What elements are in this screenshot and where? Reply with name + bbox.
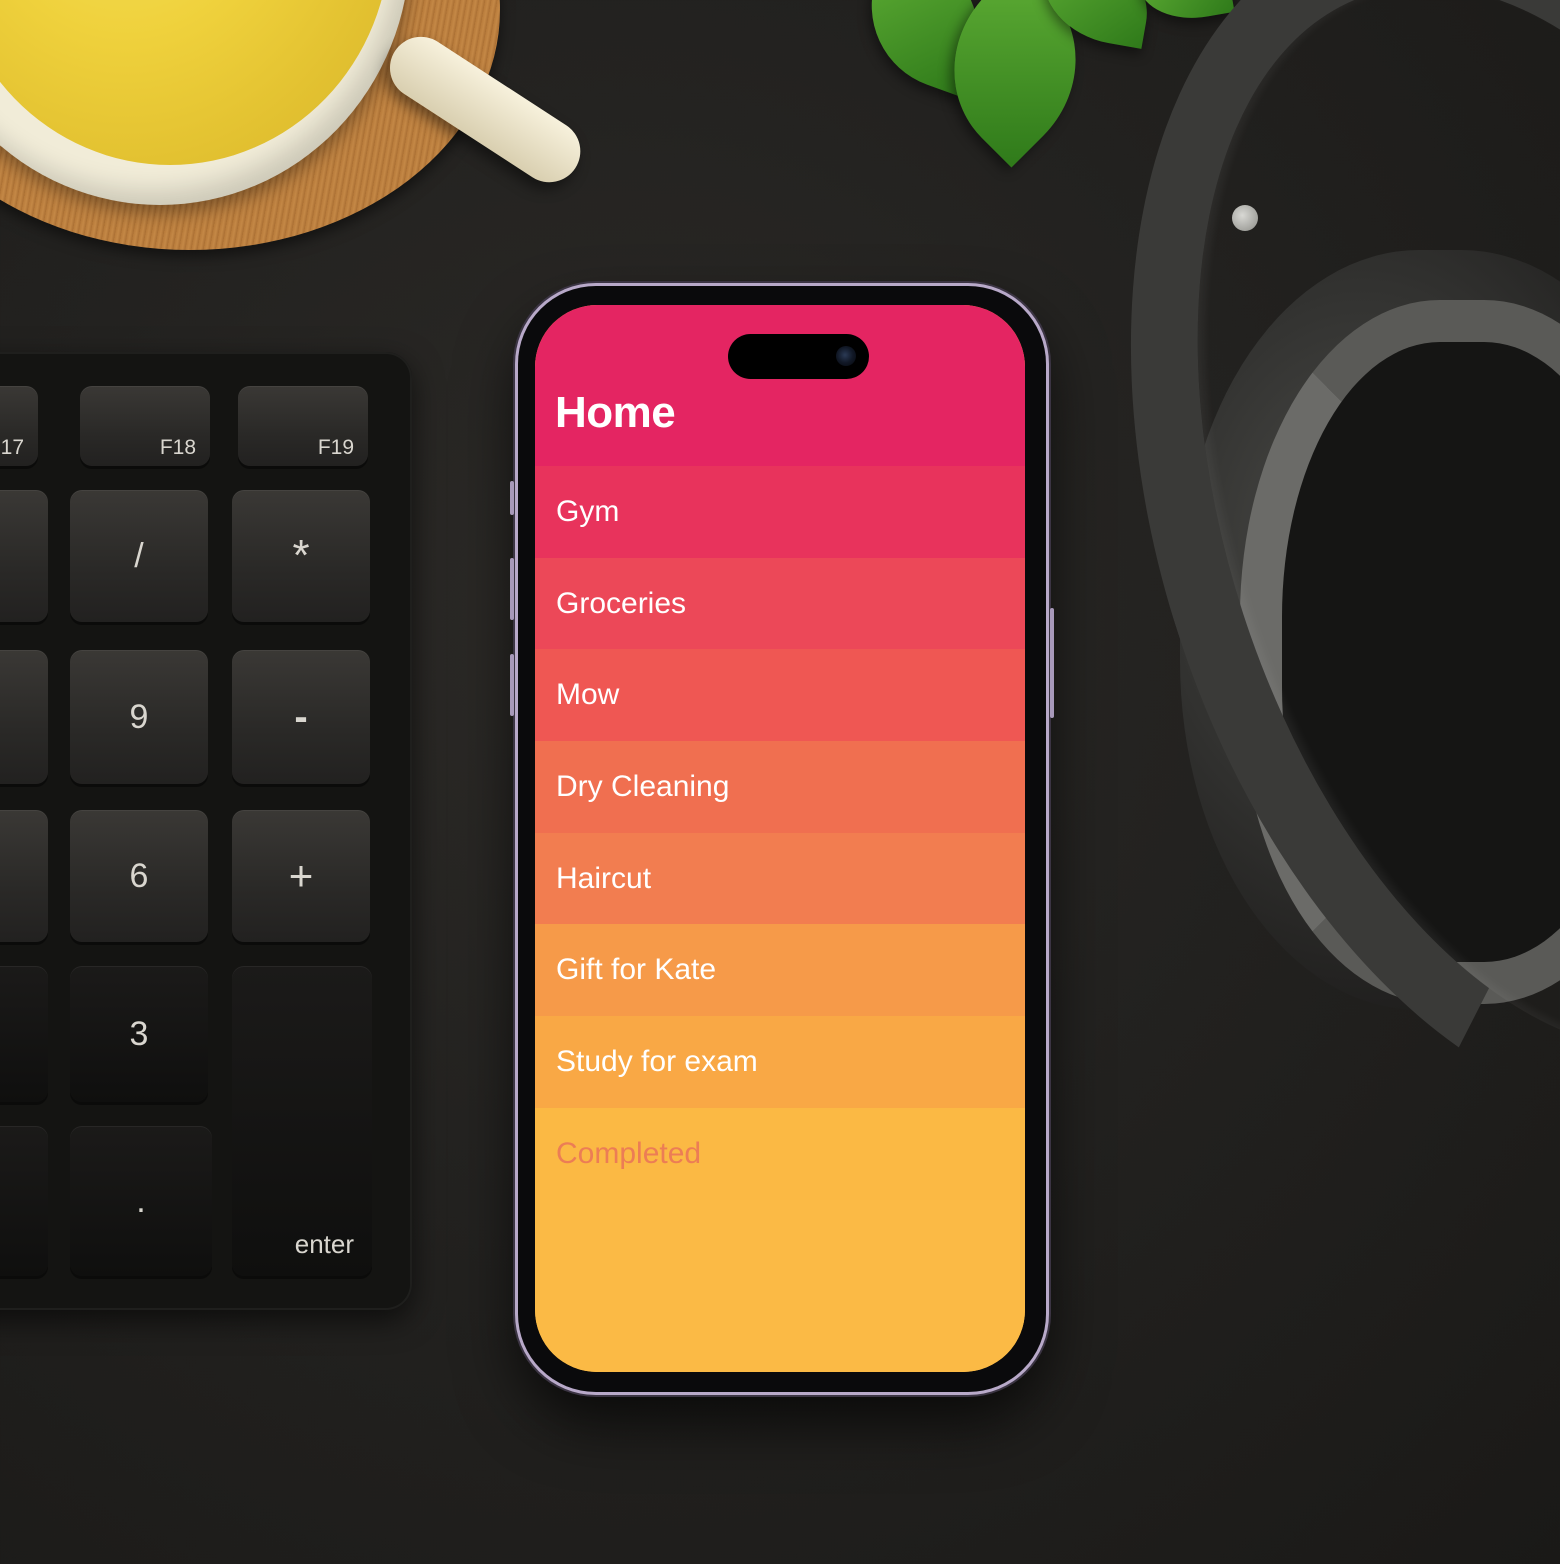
key-label: enter — [294, 1229, 354, 1259]
key-label: 6 — [129, 856, 149, 895]
key-label: F18 — [159, 436, 196, 459]
list-item-label: Gift for Kate — [556, 953, 717, 987]
key-blank — [0, 650, 48, 784]
key-plus: + — [232, 810, 370, 942]
key-9: 9 — [70, 650, 208, 784]
key-label: / — [134, 536, 144, 575]
key-blank — [0, 490, 48, 622]
key-enter: enter — [232, 966, 372, 1276]
key-label: 9 — [129, 697, 149, 736]
list-item[interactable]: Dry Cleaning — [535, 741, 1025, 833]
key-label: - — [294, 694, 308, 739]
key-6: 6 — [70, 810, 208, 942]
key-f17: F17 — [0, 386, 38, 466]
headphones-headband — [987, 0, 1560, 1223]
key-label: . — [136, 1181, 146, 1220]
key-f19: F19 — [238, 386, 368, 466]
volume-up-button — [510, 558, 514, 620]
list-item-label: Groceries — [556, 586, 687, 620]
front-camera-icon — [836, 346, 856, 366]
key-3: 3 — [70, 966, 208, 1102]
key-label: * — [292, 531, 310, 580]
key-label: 3 — [129, 1014, 149, 1053]
volume-down-button — [510, 654, 514, 716]
list-item[interactable]: Groceries — [535, 557, 1025, 650]
key-label: F19 — [317, 436, 354, 459]
list-item[interactable]: Haircut — [535, 832, 1025, 925]
key-blank — [0, 1126, 48, 1276]
list-item[interactable]: Gift for Kate — [535, 924, 1025, 1017]
list-item[interactable]: Gym — [535, 466, 1025, 558]
list-header[interactable]: Home — [535, 305, 1025, 466]
key-divide: / — [70, 490, 208, 622]
app-screen: Home Gym Groceries Mow Dry Cleaning Hair… — [535, 305, 1025, 1372]
key-minus: - — [232, 650, 370, 784]
list-item-label: Mow — [556, 678, 620, 712]
headphones-button — [1232, 205, 1258, 231]
list-item[interactable]: Study for exam — [535, 1016, 1025, 1108]
power-button — [1050, 608, 1054, 718]
key-decimal: . — [70, 1126, 212, 1276]
list-title: Home — [555, 388, 676, 437]
key-f18: F18 — [80, 386, 210, 466]
phone: Home Gym Groceries Mow Dry Cleaning Hair… — [510, 286, 1054, 1392]
completed-label: Completed — [556, 1136, 702, 1170]
list-item-label: Haircut — [556, 861, 652, 895]
list-item-label: Gym — [556, 494, 620, 528]
list-item-label: Study for exam — [556, 1044, 758, 1078]
keyboard: F17 F18 F19 / * 9 - 6 + 3 . enter — [0, 352, 412, 1310]
action-button — [510, 481, 514, 515]
list-item[interactable]: Mow — [535, 649, 1025, 742]
key-multiply: * — [232, 490, 370, 622]
list-item-label: Dry Cleaning — [556, 769, 730, 803]
key-label: F17 — [0, 436, 24, 459]
dynamic-island — [728, 334, 869, 379]
empty-area[interactable] — [535, 1199, 1025, 1372]
completed-section[interactable]: Completed — [535, 1107, 1025, 1200]
key-blank — [0, 810, 48, 942]
key-blank — [0, 966, 48, 1102]
key-label: + — [288, 852, 314, 899]
